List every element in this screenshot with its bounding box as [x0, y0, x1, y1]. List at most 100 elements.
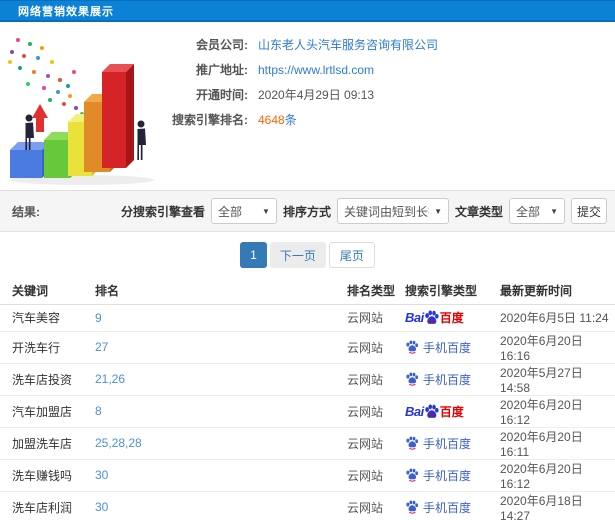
updated-cell: 2020年6月20日 16:12: [500, 395, 615, 428]
rank-type-cell: 云网站: [347, 304, 405, 332]
baidu-mobile-logo: 手机百度: [405, 467, 500, 484]
updated-cell: 2020年6月18日 14:27: [500, 491, 615, 520]
open-time-value: 2020年4月29日 09:13: [258, 88, 375, 102]
chevron-down-icon: ▼: [550, 206, 558, 216]
baidu-paw-icon: du: [424, 403, 439, 418]
baidu-mobile-paw-icon: [406, 372, 419, 386]
baidu-mobile-logo: 手机百度: [405, 371, 500, 388]
keyword-cell: 开洗车行: [0, 331, 95, 364]
engine-filter-label: 分搜索引擎查看: [120, 204, 205, 219]
header-keyword: 关键词: [0, 278, 95, 305]
filter-bar: 结果: 分搜索引擎查看 全部 ▼ 排序方式 关键词由短到长排序 ▼ 文章类型 全…: [0, 190, 615, 232]
article-type-value: 全部: [516, 204, 541, 219]
updated-cell: 2020年5月27日 14:58: [500, 363, 615, 396]
rank-cell[interactable]: 21,26: [95, 363, 347, 396]
chevron-down-icon: ▼: [434, 206, 442, 216]
member-info-section: 会员公司: 山东老人头汽车服务咨询有限公司 推广地址: https://www.…: [0, 22, 615, 190]
baidu-latin-text: Bai: [405, 310, 424, 325]
rank-type-cell: 云网站: [347, 363, 405, 396]
updated-cell: 2020年6月5日 11:24: [500, 304, 615, 332]
baidu-paw-icon: du: [424, 310, 439, 324]
chevron-down-icon: ▼: [262, 206, 270, 216]
baidu-mobile-logo: 手机百度: [405, 499, 500, 516]
engine-cell: 手机百度: [405, 491, 500, 520]
results-table: 关键词 排名 排名类型 搜索引擎类型 最新更新时间 汽车美容 9 云网站 Bai…: [0, 278, 615, 520]
keyword-cell: 汽车加盟店: [0, 395, 95, 428]
filter-controls: 分搜索引擎查看 全部 ▼ 排序方式 关键词由短到长排序 ▼ 文章类型 全部 ▼ …: [121, 198, 607, 224]
baidu-mobile-paw-icon: [406, 500, 419, 514]
engine-cell: Bai du 百度: [405, 304, 500, 332]
header-rank-type: 排名类型: [347, 278, 405, 305]
baidu-cn-text: 百度: [439, 311, 464, 325]
engine-cell: Bai du 百度: [405, 395, 500, 428]
keyword-cell: 洗车店投资: [0, 363, 95, 396]
open-time-label: 开通时间:: [196, 88, 248, 102]
header-updated: 最新更新时间: [500, 278, 615, 305]
results-table-header: 关键词 排名 排名类型 搜索引擎类型 最新更新时间: [0, 278, 615, 305]
rank-cell[interactable]: 30: [95, 491, 347, 520]
table-row: 加盟洗车店 25,28,28 云网站 手机百度 2020年6月20日 16:11: [0, 427, 615, 460]
page-current[interactable]: 1: [240, 242, 267, 268]
keyword-cell: 洗车赚钱吗: [0, 459, 95, 492]
businessman-right: [137, 120, 146, 160]
confetti-dots: [8, 38, 84, 116]
promo-url-link[interactable]: https://www.lrtlsd.com: [258, 63, 374, 77]
rank-type-cell: 云网站: [347, 331, 405, 364]
info-row-open-time: 开通时间: 2020年4月29日 09:13: [170, 82, 438, 107]
baidu-cn-text: 百度: [439, 404, 464, 419]
baidu-mobile-logo: 手机百度: [405, 339, 500, 356]
pagination: 1 下一页 尾页: [0, 232, 615, 278]
engine-filter-select[interactable]: 全部 ▼: [210, 198, 277, 224]
page-last-button[interactable]: 尾页: [328, 242, 375, 268]
updated-cell: 2020年6月20日 16:16: [500, 331, 615, 364]
rank-cell[interactable]: 8: [95, 395, 347, 428]
baidu-mobile-paw-icon: [406, 436, 419, 450]
header-rank: 排名: [95, 278, 347, 305]
table-row: 汽车加盟店 8 云网站 Bai du 百度 2020年6月20日 16:12: [0, 395, 615, 428]
info-row-rank-count: 搜索引擎排名: 4648 条: [170, 107, 438, 132]
member-info-list: 会员公司: 山东老人头汽车服务咨询有限公司 推广地址: https://www.…: [170, 32, 438, 132]
sort-filter-value: 关键词由短到长排序: [343, 204, 429, 219]
page-next-button[interactable]: 下一页: [269, 242, 326, 268]
baidu-pc-logo: Bai du 百度: [405, 403, 500, 420]
table-row: 洗车店投资 21,26 云网站 手机百度 2020年5月27日 14:58: [0, 363, 615, 396]
bar-red: [102, 64, 134, 168]
engine-filter-value: 全部: [217, 204, 242, 219]
article-type-select[interactable]: 全部 ▼: [509, 198, 565, 224]
rank-type-cell: 云网站: [347, 459, 405, 492]
updated-cell: 2020年6月20日 16:11: [500, 427, 615, 460]
rank-type-cell: 云网站: [347, 395, 405, 428]
table-row: 洗车店利润 30 云网站 手机百度 2020年6月18日 14:27: [0, 491, 615, 520]
rank-cell[interactable]: 27: [95, 331, 347, 364]
company-name-link[interactable]: 山东老人头汽车服务咨询有限公司: [258, 36, 438, 53]
rank-cell[interactable]: 9: [95, 304, 347, 332]
page-title: 网络营销效果展示: [18, 5, 114, 18]
sort-filter-select[interactable]: 关键词由短到长排序 ▼: [336, 198, 449, 224]
table-row: 洗车赚钱吗 30 云网站 手机百度 2020年6月20日 16:12: [0, 459, 615, 492]
updated-cell: 2020年6月20日 16:12: [500, 459, 615, 492]
table-row: 开洗车行 27 云网站 手机百度 2020年6月20日 16:16: [0, 331, 615, 364]
info-row-company: 会员公司: 山东老人头汽车服务咨询有限公司: [170, 32, 438, 57]
baidu-mobile-logo: 手机百度: [405, 435, 500, 452]
baidu-pc-logo: Bai du 百度: [405, 309, 500, 326]
engine-cell: 手机百度: [405, 427, 500, 460]
engine-cell: 手机百度: [405, 331, 500, 364]
rank-cell[interactable]: 30: [95, 459, 347, 492]
keyword-cell: 加盟洗车店: [0, 427, 95, 460]
result-label: 结果:: [12, 204, 40, 219]
submit-button[interactable]: 提交: [571, 198, 607, 224]
engine-cell: 手机百度: [405, 459, 500, 492]
keyword-cell: 洗车店利润: [0, 491, 95, 520]
keyword-cell: 汽车美容: [0, 304, 95, 332]
svg-text:du: du: [429, 319, 435, 324]
engine-cell: 手机百度: [405, 363, 500, 396]
rank-count-label: 搜索引擎排名:: [172, 113, 248, 127]
baidu-mobile-label: 手机百度: [423, 372, 472, 387]
rank-cell[interactable]: 25,28,28: [95, 427, 347, 460]
promo-url-label: 推广地址:: [196, 63, 248, 77]
rank-count-suffix: 条: [284, 113, 297, 127]
rank-count-value: 4648: [258, 112, 285, 127]
header-engine-type: 搜索引擎类型: [405, 278, 500, 305]
up-arrow: [32, 104, 48, 132]
baidu-mobile-paw-icon: [406, 340, 419, 354]
